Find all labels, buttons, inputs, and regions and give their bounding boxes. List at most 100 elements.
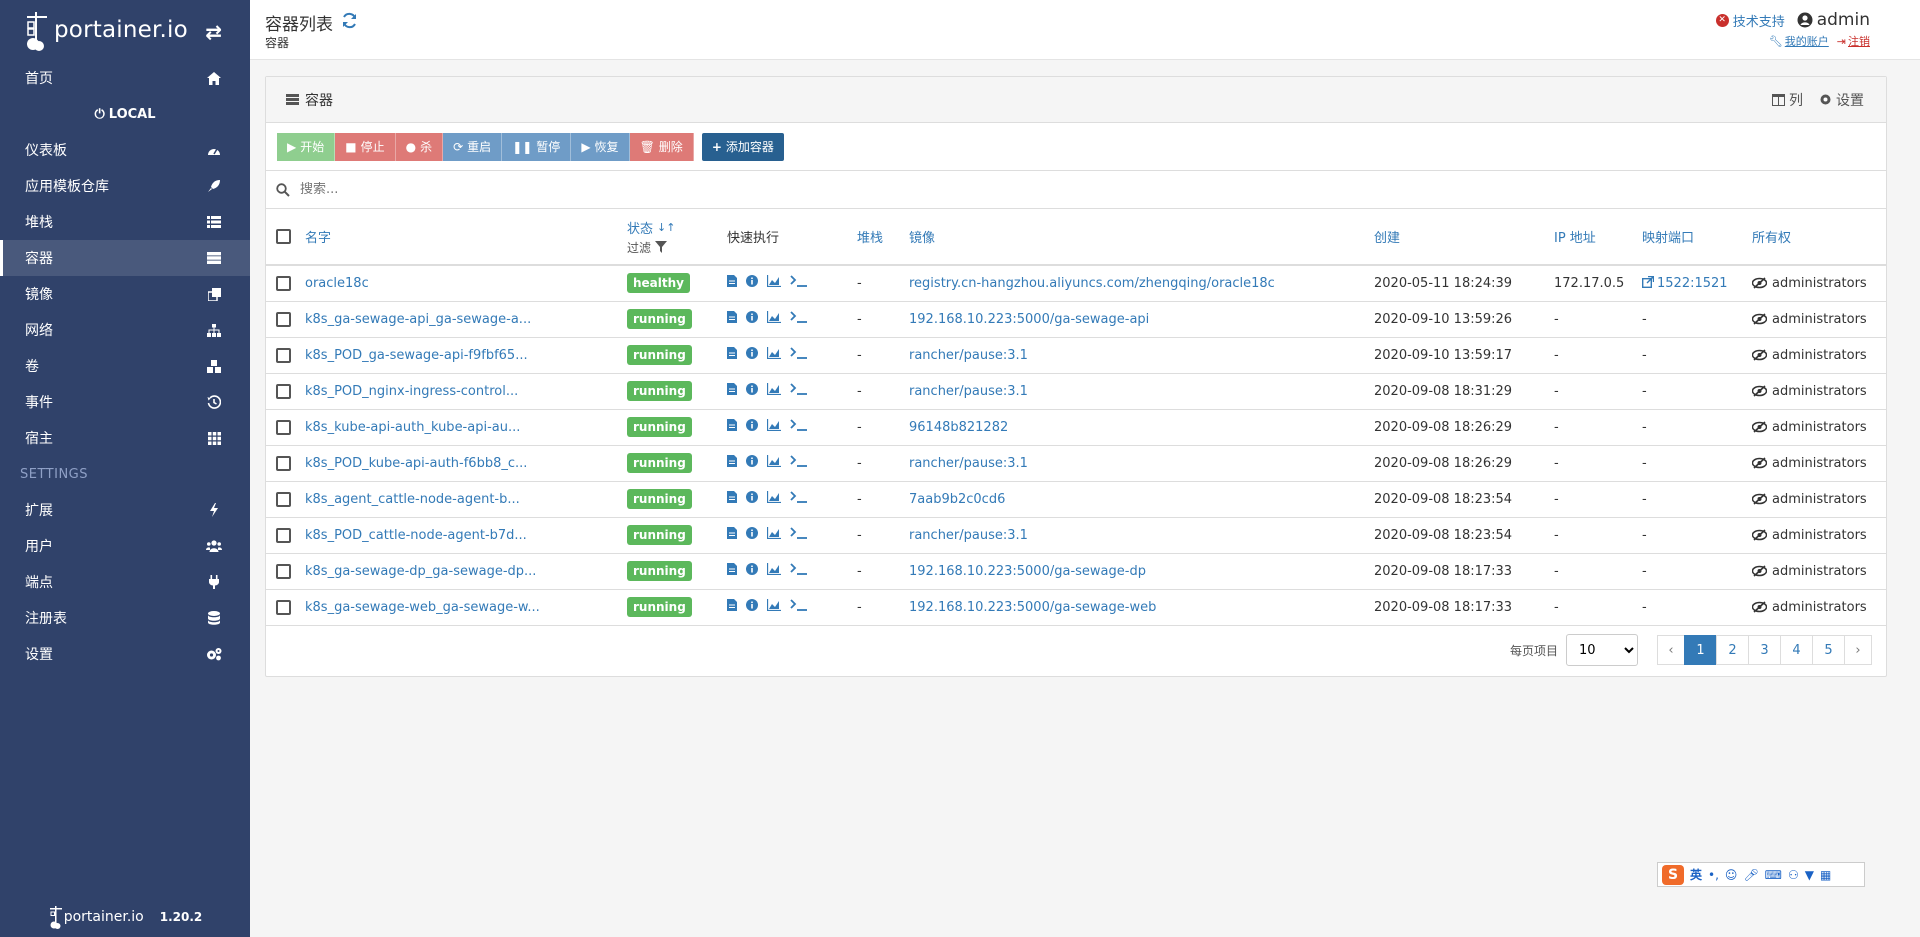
my-account-link[interactable]: 🔧︎ 我的账户: [1769, 33, 1829, 49]
columns-button[interactable]: 列: [1772, 90, 1803, 110]
container-name-link[interactable]: k8s_ga-sewage-web_ga-sewage-w...: [305, 600, 540, 615]
emoji-icon[interactable]: ☺: [1725, 868, 1738, 882]
column-name[interactable]: 名字: [299, 209, 621, 266]
stats-icon[interactable]: [767, 275, 781, 288]
sidebar-item-images[interactable]: 镜像: [0, 276, 250, 312]
table-row[interactable]: k8s_POD_kube-api-auth-f6bb8_c... running…: [266, 445, 1886, 482]
items-per-page-select[interactable]: 10: [1566, 634, 1638, 666]
info-icon[interactable]: [746, 275, 758, 288]
column-state[interactable]: 状态 ↓↑ 过滤: [621, 209, 721, 266]
row-checkbox[interactable]: [276, 527, 291, 543]
info-icon[interactable]: [746, 383, 758, 395]
info-icon[interactable]: [746, 311, 758, 323]
row-checkbox[interactable]: [276, 491, 291, 507]
info-icon[interactable]: [746, 563, 758, 575]
container-name-link[interactable]: k8s_POD_ga-sewage-api-f9fbf65...: [305, 348, 528, 363]
console-icon[interactable]: [790, 563, 808, 575]
sidebar-item-users[interactable]: 用户: [0, 528, 250, 564]
page-button[interactable]: 3: [1748, 635, 1781, 665]
start-button[interactable]: ▶ 开始: [277, 132, 336, 161]
console-icon[interactable]: [790, 491, 808, 503]
row-checkbox[interactable]: [276, 275, 291, 291]
logout-link[interactable]: ⇥ 注销: [1837, 33, 1870, 49]
container-name-link[interactable]: k8s_agent_cattle-node-agent-b...: [305, 492, 520, 507]
sidebar-item-templates[interactable]: 应用模板仓库: [0, 168, 250, 204]
console-icon[interactable]: [790, 275, 808, 288]
remove-button[interactable]: 🗑︎ 删除: [629, 132, 694, 161]
sidebar-item-registries[interactable]: 注册表: [0, 600, 250, 636]
console-icon[interactable]: [790, 599, 808, 611]
sidebar-item-stacks[interactable]: 堆栈: [0, 204, 250, 240]
image-link[interactable]: 192.168.10.223:5000/ga-sewage-dp: [909, 564, 1146, 579]
logs-icon[interactable]: [727, 455, 737, 467]
container-name-link[interactable]: k8s_ga-sewage-dp_ga-sewage-dp...: [305, 564, 536, 579]
table-row[interactable]: k8s_kube-api-auth_kube-api-au... running…: [266, 409, 1886, 446]
table-row[interactable]: k8s_agent_cattle-node-agent-b... running…: [266, 481, 1886, 518]
resume-button[interactable]: ▶ 恢复: [571, 132, 630, 161]
table-row[interactable]: k8s_POD_cattle-node-agent-b7d... running…: [266, 517, 1886, 554]
page-button[interactable]: 2: [1716, 635, 1749, 665]
skin-icon[interactable]: ▼: [1805, 868, 1814, 882]
container-name-link[interactable]: k8s_kube-api-auth_kube-api-au...: [305, 420, 520, 435]
page-button[interactable]: 5: [1812, 635, 1845, 665]
stop-button[interactable]: ■ 停止: [335, 132, 396, 161]
brand[interactable]: portainer.io ⇄: [0, 0, 250, 60]
image-link[interactable]: 192.168.10.223:5000/ga-sewage-api: [909, 312, 1149, 327]
logs-icon[interactable]: [727, 383, 737, 395]
stats-icon[interactable]: [767, 455, 781, 467]
stats-icon[interactable]: [767, 383, 781, 395]
image-link[interactable]: rancher/pause:3.1: [909, 528, 1028, 543]
info-icon[interactable]: [746, 419, 758, 431]
page-button[interactable]: 4: [1780, 635, 1813, 665]
logs-icon[interactable]: [727, 275, 737, 288]
grid-icon[interactable]: ▦: [1820, 868, 1831, 882]
info-icon[interactable]: [746, 455, 758, 467]
sidebar-item-home[interactable]: 首页: [0, 60, 250, 96]
container-name-link[interactable]: k8s_POD_cattle-node-agent-b7d...: [305, 528, 527, 543]
logs-icon[interactable]: [727, 563, 737, 575]
container-name-link[interactable]: k8s_ga-sewage-api_ga-sewage-a...: [305, 312, 531, 327]
add-container-button[interactable]: + 添加容器: [701, 132, 784, 161]
state-filter[interactable]: 过滤: [627, 239, 715, 256]
column-ports[interactable]: 映射端口: [1636, 209, 1746, 266]
restart-button[interactable]: ⟳ 重启: [443, 132, 503, 161]
stats-icon[interactable]: [767, 311, 781, 323]
prev-page-button[interactable]: ‹: [1657, 635, 1685, 665]
kill-button[interactable]: ● 杀: [395, 132, 444, 161]
console-icon[interactable]: [790, 311, 808, 323]
column-stack[interactable]: 堆栈: [851, 209, 903, 266]
image-link[interactable]: rancher/pause:3.1: [909, 456, 1028, 471]
info-icon[interactable]: [746, 599, 758, 611]
image-link[interactable]: 192.168.10.223:5000/ga-sewage-web: [909, 600, 1156, 615]
image-link[interactable]: 7aab9b2c0cd6: [909, 492, 1005, 507]
user-icon[interactable]: ⚇: [1788, 868, 1799, 882]
sidebar-item-events[interactable]: 事件: [0, 384, 250, 420]
container-name-link[interactable]: k8s_POD_kube-api-auth-f6bb8_c...: [305, 456, 527, 471]
sidebar-item-settings[interactable]: 设置: [0, 636, 250, 672]
microphone-icon[interactable]: 🎤︎: [1743, 868, 1758, 882]
ime-punct[interactable]: •,: [1708, 868, 1719, 882]
refresh-icon[interactable]: [341, 12, 358, 34]
stats-icon[interactable]: [767, 599, 781, 611]
image-link[interactable]: rancher/pause:3.1: [909, 348, 1028, 363]
table-row[interactable]: k8s_POD_ga-sewage-api-f9fbf65... running…: [266, 337, 1886, 374]
info-icon[interactable]: [746, 347, 758, 359]
console-icon[interactable]: [790, 347, 808, 359]
stats-icon[interactable]: [767, 563, 781, 575]
sidebar-item-host[interactable]: 宿主: [0, 420, 250, 456]
row-checkbox[interactable]: [276, 599, 291, 615]
column-ownership[interactable]: 所有权: [1746, 209, 1886, 266]
stats-icon[interactable]: [767, 347, 781, 359]
table-settings-button[interactable]: 设置: [1819, 90, 1864, 110]
row-checkbox[interactable]: [276, 455, 291, 471]
row-checkbox[interactable]: [276, 383, 291, 399]
sidebar-item-containers[interactable]: 容器: [0, 240, 250, 276]
table-row[interactable]: k8s_ga-sewage-api_ga-sewage-a... running…: [266, 301, 1886, 338]
logs-icon[interactable]: [727, 527, 737, 539]
ime-toolbar[interactable]: S 英 •, ☺ 🎤︎ ⌨ ⚇ ▼ ▦: [1657, 862, 1865, 887]
sidebar-item-dashboard[interactable]: 仪表板: [0, 132, 250, 168]
row-checkbox[interactable]: [276, 563, 291, 579]
console-icon[interactable]: [790, 383, 808, 395]
sidebar-item-extensions[interactable]: 扩展: [0, 492, 250, 528]
info-icon[interactable]: [746, 527, 758, 539]
